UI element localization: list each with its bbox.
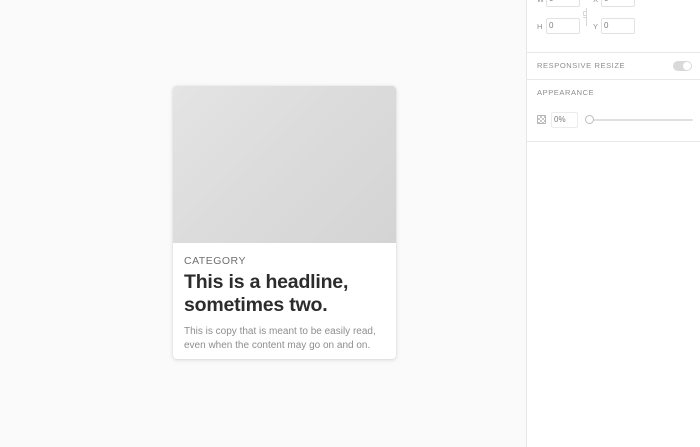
artboard-canvas[interactable]: CATEGORY This is a headline, sometimes t… [0,0,526,447]
appearance-title: APPEARANCE [537,88,595,97]
lock-proportions-icon[interactable] [583,11,587,16]
toggle-knob [683,62,691,70]
opacity-slider-track[interactable] [589,119,693,121]
property-inspector: W 0 X 0 H 0 Y 0 RESPONSIVE RESIZE APPEAR… [526,0,700,447]
height-label: H [537,22,543,31]
opacity-field[interactable]: 0% [551,112,578,128]
x-field[interactable]: 0 [601,0,635,7]
content-card[interactable]: CATEGORY This is a headline, sometimes t… [173,86,396,359]
y-field[interactable]: 0 [601,18,635,34]
card-copy: This is copy that is meant to be easily … [184,326,376,351]
width-field[interactable]: 0 [546,0,580,7]
card-headline: This is a headline, sometimes two. [184,271,349,316]
card-category: CATEGORY [184,255,246,267]
y-label: Y [593,22,599,31]
card-image-placeholder [173,86,396,243]
card-body: CATEGORY This is a headline, sometimes t… [184,255,389,353]
responsive-resize-toggle[interactable] [673,61,692,71]
aspect-link-bottom [583,17,587,26]
responsive-resize-label: RESPONSIVE RESIZE [537,61,626,70]
opacity-icon [537,115,546,124]
opacity-slider-handle[interactable] [584,115,594,124]
width-label: W [537,0,544,4]
height-field[interactable]: 0 [546,18,580,34]
x-label: X [593,0,598,4]
transform-section: W 0 X 0 H 0 Y 0 [527,0,700,53]
appearance-section: APPEARANCE [527,80,700,142]
